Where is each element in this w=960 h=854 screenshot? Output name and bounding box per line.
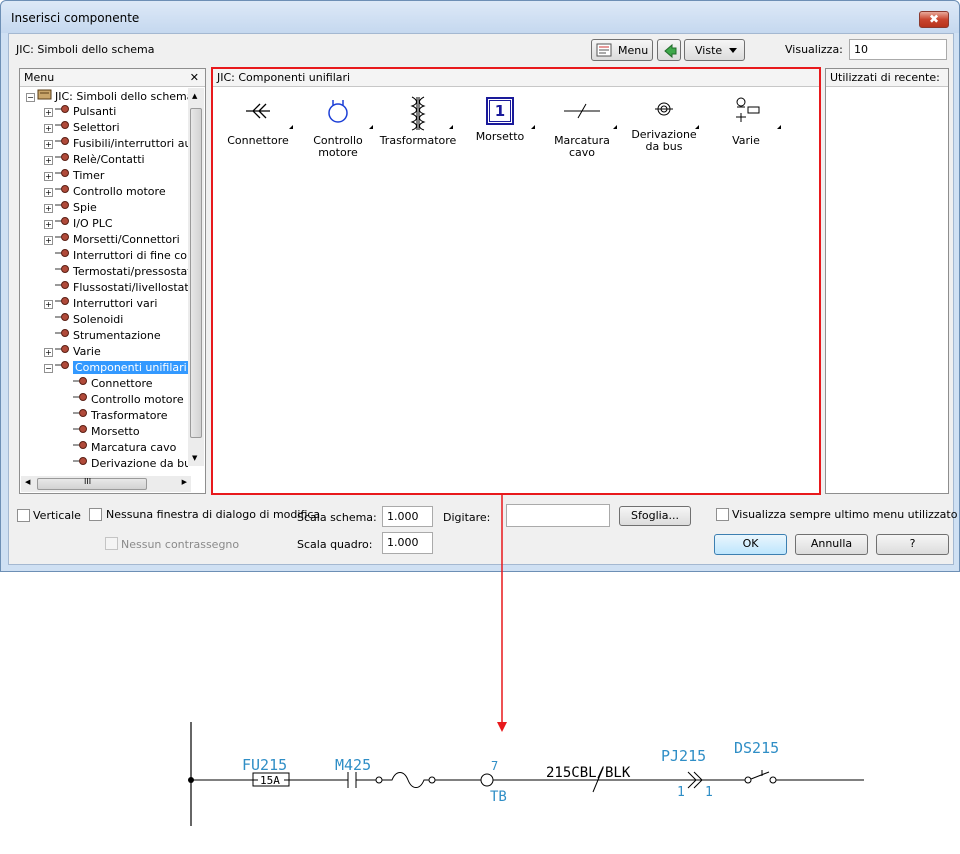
connector-pin-left: 1 (677, 785, 685, 800)
switch-tag: DS215 (734, 739, 779, 757)
terminal-strip: TB (490, 789, 507, 805)
connector-pin-right: 1 (705, 785, 713, 800)
fuse-tag: FU215 (242, 756, 287, 774)
motor-tag: M425 (335, 756, 371, 774)
schematic-diagram: FU215 15A M425 7 TB 215CBL/BLK PJ215 1 1… (188, 722, 864, 826)
connector-tag: PJ215 (661, 747, 706, 765)
terminal-number: 7 (491, 759, 498, 773)
wire-label: 215CBL/BLK (546, 765, 631, 781)
fuse-rating: 15A (260, 774, 280, 787)
